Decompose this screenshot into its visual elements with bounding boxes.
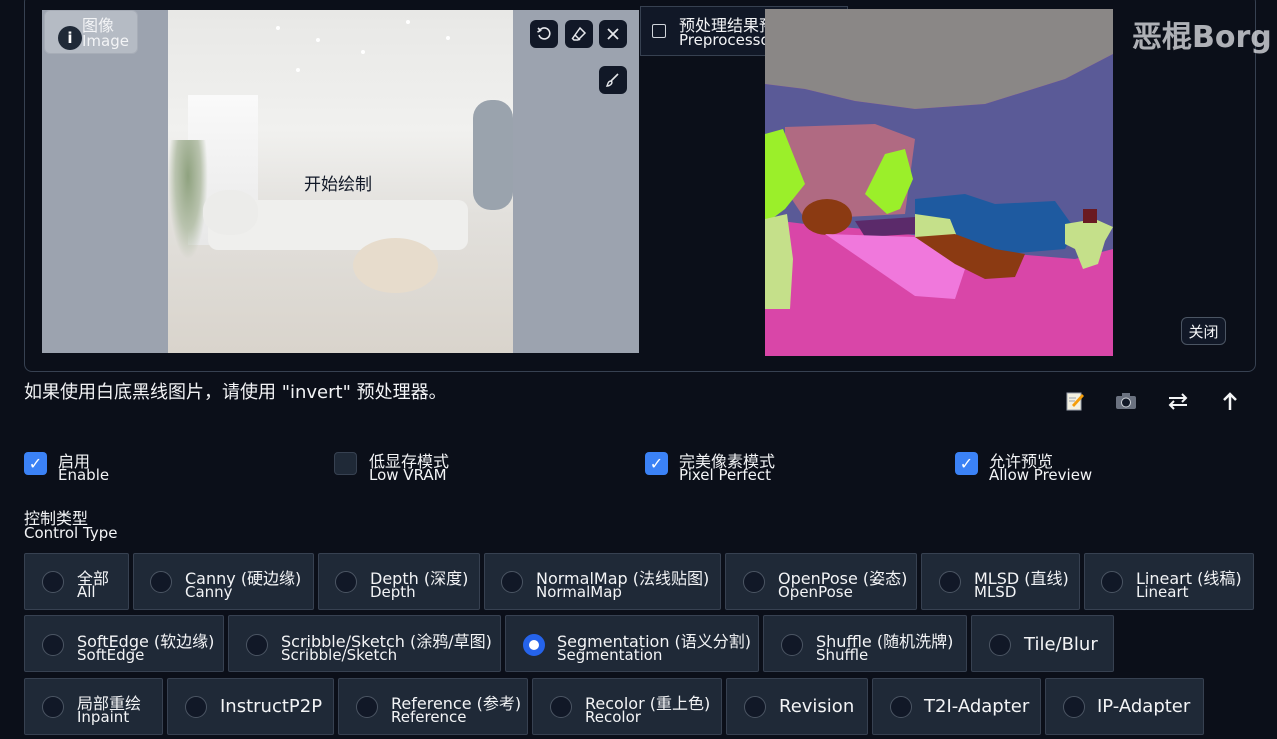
lounge-chair <box>203 190 258 235</box>
close-icon <box>607 28 619 40</box>
low-vram-label-en: Low VRAM <box>369 466 447 484</box>
radio-ip-adapter[interactable] <box>1063 696 1085 718</box>
radio-lineart[interactable] <box>1101 571 1123 593</box>
radio-all[interactable] <box>42 571 64 593</box>
option-label-en: Canny <box>185 583 233 601</box>
watermark: 恶棍Borg <box>1132 20 1272 55</box>
option-label: Revision <box>779 696 855 717</box>
swap-icon <box>1168 393 1188 410</box>
option-label-en: Recolor <box>585 708 641 726</box>
radio-tile-blur[interactable] <box>989 634 1011 656</box>
ceiling-lights <box>276 20 450 72</box>
option-label-en: NormalMap <box>536 583 622 601</box>
brush-button[interactable] <box>599 66 627 94</box>
image-label-en: Image <box>82 32 129 50</box>
brush-icon <box>605 73 619 87</box>
undo-button[interactable] <box>530 20 558 48</box>
camera-button[interactable] <box>1113 388 1139 414</box>
option-label-en: Depth <box>370 583 416 601</box>
radio-openpose[interactable] <box>743 571 765 593</box>
info-icon[interactable]: i <box>58 26 82 50</box>
undo-icon <box>537 27 551 40</box>
radio-scribble[interactable] <box>246 634 268 656</box>
invert-hint: 如果使用白底黑线图片，请使用 "invert" 预处理器。 <box>24 382 447 403</box>
clear-button[interactable] <box>599 20 627 48</box>
radio-shuffle[interactable] <box>781 634 803 656</box>
edit-icon <box>1066 392 1084 411</box>
option-label-en: Inpaint <box>77 708 130 726</box>
option-label-en: SoftEdge <box>77 646 145 664</box>
option-label-en: MLSD <box>974 583 1017 601</box>
enable-checkbox[interactable]: ✓ <box>24 452 47 475</box>
radio-normalmap[interactable] <box>501 571 523 593</box>
radio-inpaint[interactable] <box>42 696 64 718</box>
option-label: Tile/Blur <box>1024 634 1098 655</box>
image-icon <box>652 24 666 38</box>
option-label-en: Shuffle <box>816 646 869 664</box>
start-drawing-text: 开始绘制 <box>304 175 372 195</box>
low-vram-checkbox[interactable] <box>334 452 357 475</box>
option-label-en: OpenPose <box>778 583 853 601</box>
option-label-en: Reference <box>391 708 467 726</box>
eraser-icon <box>571 26 587 41</box>
allow-preview-checkbox[interactable]: ✓ <box>955 452 978 475</box>
radio-depth[interactable] <box>335 571 357 593</box>
radio-revision[interactable] <box>744 696 766 718</box>
eraser-button[interactable] <box>565 20 593 48</box>
upload-button[interactable] <box>1217 388 1243 414</box>
pixel-perfect-checkbox[interactable]: ✓ <box>645 452 668 475</box>
radio-mlsd[interactable] <box>939 571 961 593</box>
option-label-en: All <box>77 583 96 601</box>
swap-button[interactable] <box>1165 388 1191 414</box>
wall-sculpture <box>473 100 513 210</box>
close-preview-button[interactable]: 关闭 <box>1181 317 1226 345</box>
radio-reference[interactable] <box>356 696 378 718</box>
plant <box>168 140 208 260</box>
segmentation-preview <box>765 9 1113 356</box>
allow-preview-label-en: Allow Preview <box>989 466 1093 484</box>
control-type-label-en: Control Type <box>24 524 118 542</box>
enable-label-en: Enable <box>58 466 110 484</box>
radio-canny[interactable] <box>150 571 172 593</box>
pixel-perfect-label-en: Pixel Perfect <box>679 466 772 484</box>
radio-segmentation[interactable] <box>523 634 545 656</box>
edit-button[interactable] <box>1062 388 1088 414</box>
radio-instructp2p[interactable] <box>185 696 207 718</box>
pouf <box>353 238 438 293</box>
radio-t2i-adapter[interactable] <box>890 696 912 718</box>
camera-icon <box>1116 393 1136 409</box>
radio-softedge[interactable] <box>42 634 64 656</box>
option-label-en: Segmentation <box>557 646 663 664</box>
option-label: InstructP2P <box>220 696 323 717</box>
option-label: IP-Adapter <box>1097 696 1191 717</box>
upload-arrow-icon <box>1223 392 1237 410</box>
option-label-en: Lineart <box>1136 583 1189 601</box>
option-label: T2I-Adapter <box>924 696 1030 717</box>
option-label-en: Scribble/Sketch <box>281 646 398 664</box>
radio-recolor[interactable] <box>550 696 572 718</box>
